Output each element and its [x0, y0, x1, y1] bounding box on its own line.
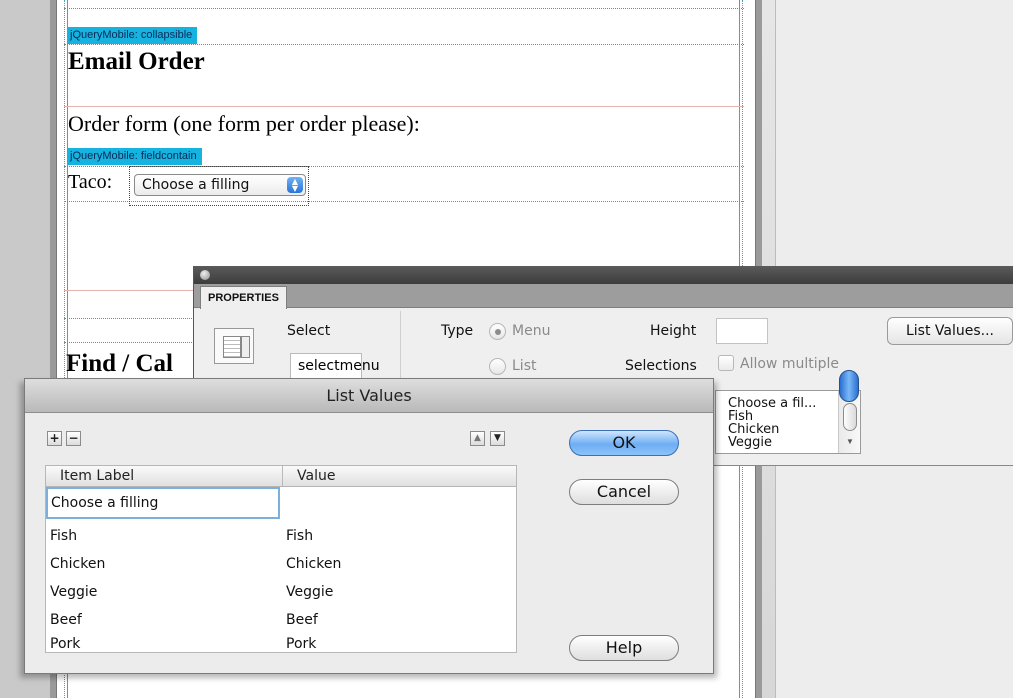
guide-line [64, 44, 744, 45]
select-name-field[interactable]: selectmenu [290, 353, 380, 379]
radio-menu[interactable] [489, 323, 506, 340]
list-values-dialog: List Values + − ▲ ▼ Item Label Value Cho… [24, 378, 714, 674]
select-label: Select [287, 323, 331, 339]
taco-select[interactable]: Choose a filling ▲ ▼ [134, 174, 306, 196]
height-label: Height [650, 323, 697, 339]
collapsible-tag[interactable]: jQueryMobile: collapsible [67, 27, 198, 44]
scroll-down-icon[interactable]: ▼ [846, 437, 854, 446]
item-value-cell: Beef [286, 612, 318, 628]
radio-list[interactable] [489, 358, 506, 375]
dialog-title: List Values [25, 379, 713, 413]
selections-label: Selections [625, 358, 697, 374]
table-row[interactable]: Pork Pork [46, 634, 516, 654]
ok-button[interactable]: OK [569, 430, 679, 456]
item-value-cell: Chicken [286, 556, 342, 572]
move-down-button[interactable]: ▼ [490, 431, 505, 446]
table-header: Item Label Value [46, 466, 516, 487]
guide-line [64, 106, 744, 107]
allow-multiple-label: Allow multiple [740, 356, 839, 372]
cancel-button[interactable]: Cancel [569, 479, 679, 505]
item-value-cell: Pork [286, 636, 317, 652]
order-form-text[interactable]: Order form (one form per order please): [68, 111, 420, 137]
resize-handle[interactable] [839, 370, 859, 402]
type-label: Type [441, 323, 474, 339]
updown-arrows-icon: ▲ ▼ [287, 177, 303, 193]
table-row[interactable]: Veggie Veggie [46, 578, 516, 606]
column-item-label[interactable]: Item Label [46, 466, 282, 487]
properties-titlebar[interactable] [194, 266, 1013, 284]
item-label-cell: Pork [50, 636, 81, 652]
item-label-cell: Fish [50, 528, 78, 544]
select-menu-icon [214, 328, 254, 364]
item-label-cell: Chicken [50, 556, 106, 572]
column-value[interactable]: Value [283, 466, 516, 487]
allow-multiple-checkbox[interactable] [718, 355, 734, 371]
close-icon[interactable] [200, 270, 210, 280]
help-button[interactable]: Help [569, 635, 679, 661]
initially-selected-list[interactable]: Choose a fil... Fish Chicken Veggie ▼ [715, 390, 861, 454]
table-row[interactable]: Fish Fish [46, 522, 516, 550]
item-label-edit-field[interactable]: Choose a filling [46, 487, 280, 519]
height-input[interactable] [716, 318, 768, 344]
taco-label[interactable]: Taco: [68, 171, 112, 194]
taco-select-value: Choose a filling [142, 177, 250, 193]
heading-email-order[interactable]: Email Order [68, 48, 205, 76]
item-label-cell: Veggie [50, 584, 98, 600]
guide-line [64, 8, 744, 9]
heading-find[interactable]: Find / Cal [66, 350, 173, 378]
item-label-cell: Beef [50, 612, 82, 628]
fieldcontain-tag[interactable]: jQueryMobile: fieldcontain [67, 148, 202, 165]
list-values-table: Item Label Value Choose a filling Fish F… [45, 465, 517, 653]
scroll-thumb[interactable] [843, 403, 857, 431]
radio-list-label: List [512, 358, 537, 374]
list-values-button[interactable]: List Values... [887, 317, 1013, 345]
tab-properties[interactable]: PROPERTIES [200, 286, 287, 309]
table-row[interactable]: Chicken Chicken [46, 550, 516, 578]
table-row[interactable]: Beef Beef [46, 606, 516, 634]
table-row[interactable]: Choose a filling [46, 487, 516, 519]
item-value-cell: Veggie [286, 584, 334, 600]
remove-item-button[interactable]: − [66, 431, 81, 446]
move-up-button[interactable]: ▲ [470, 431, 485, 446]
item-value-cell: Fish [286, 528, 314, 544]
radio-menu-label: Menu [512, 323, 551, 339]
add-item-button[interactable]: + [47, 431, 62, 446]
properties-tabstrip: PROPERTIES [194, 284, 1013, 309]
